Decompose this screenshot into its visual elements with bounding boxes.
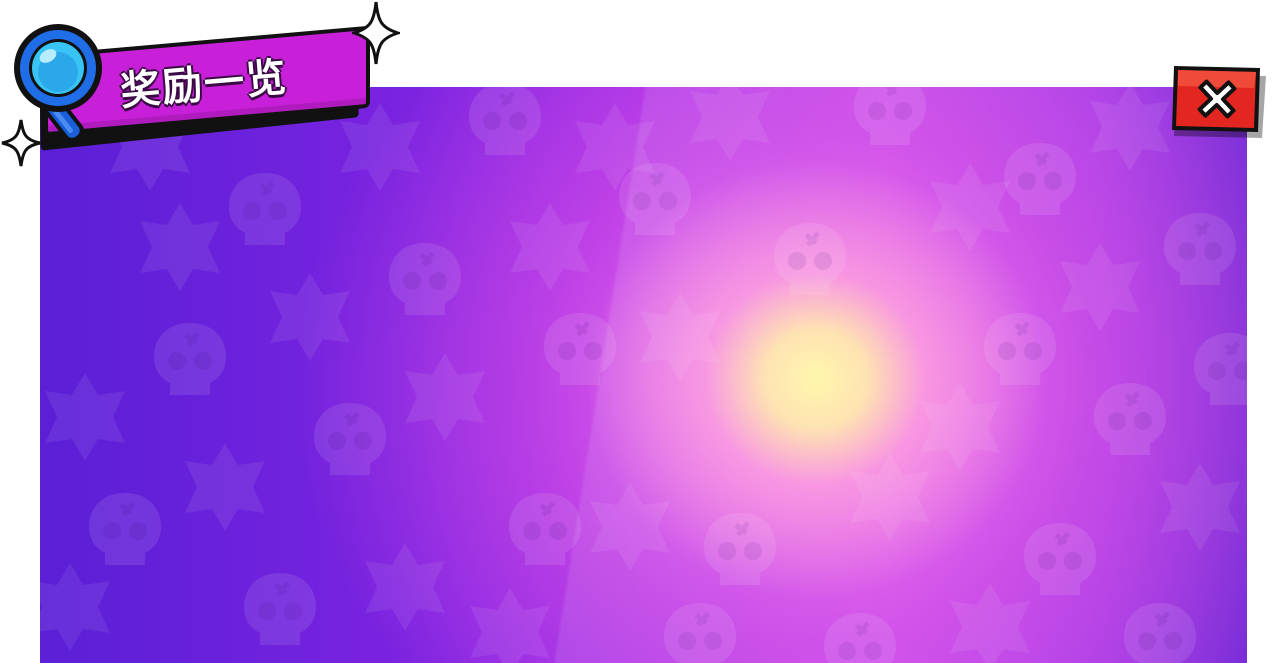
pattern-row-2 [140,203,1247,405]
pattern-row-4 [89,403,1240,595]
pattern-row-3 [45,293,1166,471]
reward-panel [40,87,1247,663]
pattern-row-5 [40,543,1196,663]
close-button[interactable] [1170,66,1270,138]
background-pattern [40,87,1247,663]
sparkle-icon [1,119,41,167]
reward-overview-screen: 奖励一览 [0,0,1277,663]
sparkle-icon [352,1,400,65]
